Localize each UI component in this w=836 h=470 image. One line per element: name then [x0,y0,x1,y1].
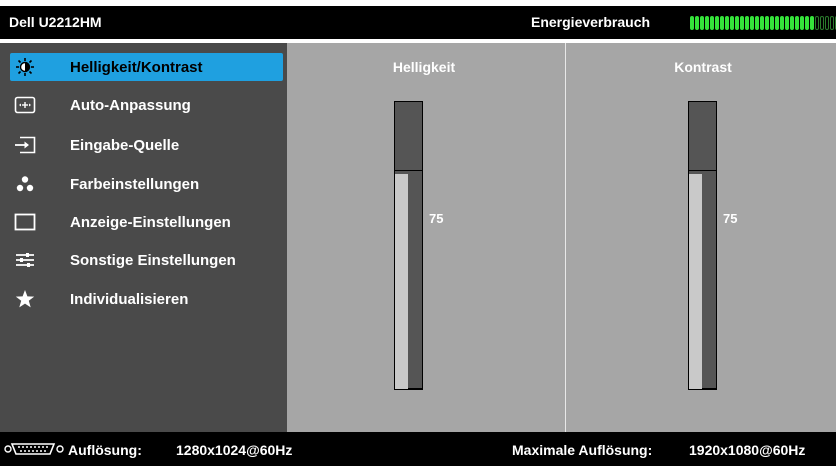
brightness-slider[interactable] [394,101,423,390]
energy-meter-segment [785,16,789,30]
menu-item-personalize[interactable]: Individualisieren [0,285,287,313]
energy-meter-segment [795,16,799,30]
menu-item-label: Eingabe-Quelle [70,137,180,154]
menu-item-label: Helligkeit/Kontrast [70,59,203,76]
menu-item-label: Individualisieren [70,291,189,308]
brightness-heading: Helligkeit [392,59,456,75]
energy-meter-segment [810,16,814,30]
menu-item-display-settings[interactable]: Anzeige-Einstellungen [0,208,287,236]
energy-meter-segment [770,16,774,30]
slider-fill [689,174,702,389]
energy-meter-segment [830,16,834,30]
contrast-slider[interactable] [688,101,717,390]
energy-meter-segment [705,16,709,30]
energy-meter [690,16,836,30]
energy-meter-segment [825,16,829,30]
star-icon [14,289,36,309]
menu-item-label: Farbeinstellungen [70,176,200,193]
energy-meter-segment [740,16,744,30]
menu-item-label: Anzeige-Einstellungen [70,214,231,231]
energy-meter-segment [790,16,794,30]
menu-item-input-source[interactable]: Eingabe-Quelle [0,131,287,159]
energy-meter-segment [750,16,754,30]
energy-meter-segment [755,16,759,30]
energy-meter-segment [720,16,724,30]
energy-meter-segment [765,16,769,30]
status-bar: Auflösung: 1280x1024@60Hz Maximale Auflö… [0,432,836,466]
menu-item-label: Sonstige Einstellungen [70,252,236,269]
resolution-value: 1280x1024@60Hz [176,442,293,458]
slider-track-top [689,102,716,170]
energy-meter-segment [730,16,734,30]
energy-meter-segment [760,16,764,30]
monitor-model: Dell U2212HM [9,14,102,30]
display-settings-icon [14,212,36,232]
energy-meter-segment [715,16,719,30]
color-settings-icon [14,174,36,194]
energy-meter-segment [780,16,784,30]
energy-meter-segment [710,16,714,30]
energy-label: Energieverbrauch [531,14,651,30]
menu-item-label: Auto-Anpassung [70,97,191,114]
energy-meter-segment [800,16,804,30]
max-resolution-label: Maximale Auflösung: [512,442,653,458]
menu-item-brightness-contrast[interactable]: Helligkeit/Kontrast [10,53,283,81]
menu-item-color-settings[interactable]: Farbeinstellungen [0,170,287,198]
main-menu: Helligkeit/Kontrast Auto-Anpassung Einga… [0,43,287,432]
brightness-value: 75 [429,211,444,226]
input-source-icon [14,135,36,155]
energy-meter-segment [725,16,729,30]
energy-meter-segment [695,16,699,30]
slider-fill [395,174,408,389]
header-bar: Dell U2212HM Energieverbrauch [0,6,836,39]
contrast-value: 75 [723,211,738,226]
other-settings-icon [14,250,36,270]
menu-item-other-settings[interactable]: Sonstige Einstellungen [0,246,287,274]
settings-panel: Helligkeit Kontrast 75 75 [287,43,836,432]
energy-meter-segment [735,16,739,30]
auto-adjust-icon [14,95,36,115]
energy-meter-segment [815,16,819,30]
resolution-label: Auflösung: [68,442,142,458]
energy-meter-segment [775,16,779,30]
vga-connector-icon [4,441,66,460]
contrast-heading: Kontrast [674,59,732,75]
osd-window: Dell U2212HM Energieverbrauch Helligkeit… [0,0,836,470]
menu-item-auto-adjust[interactable]: Auto-Anpassung [0,91,287,119]
energy-meter-segment [745,16,749,30]
energy-meter-segment [700,16,704,30]
slider-track-top [395,102,422,170]
max-resolution-value: 1920x1080@60Hz [689,442,806,458]
brightness-icon [14,57,36,77]
energy-meter-segment [690,16,694,30]
energy-meter-segment [805,16,809,30]
energy-meter-segment [820,16,824,30]
panel-divider [565,43,566,432]
